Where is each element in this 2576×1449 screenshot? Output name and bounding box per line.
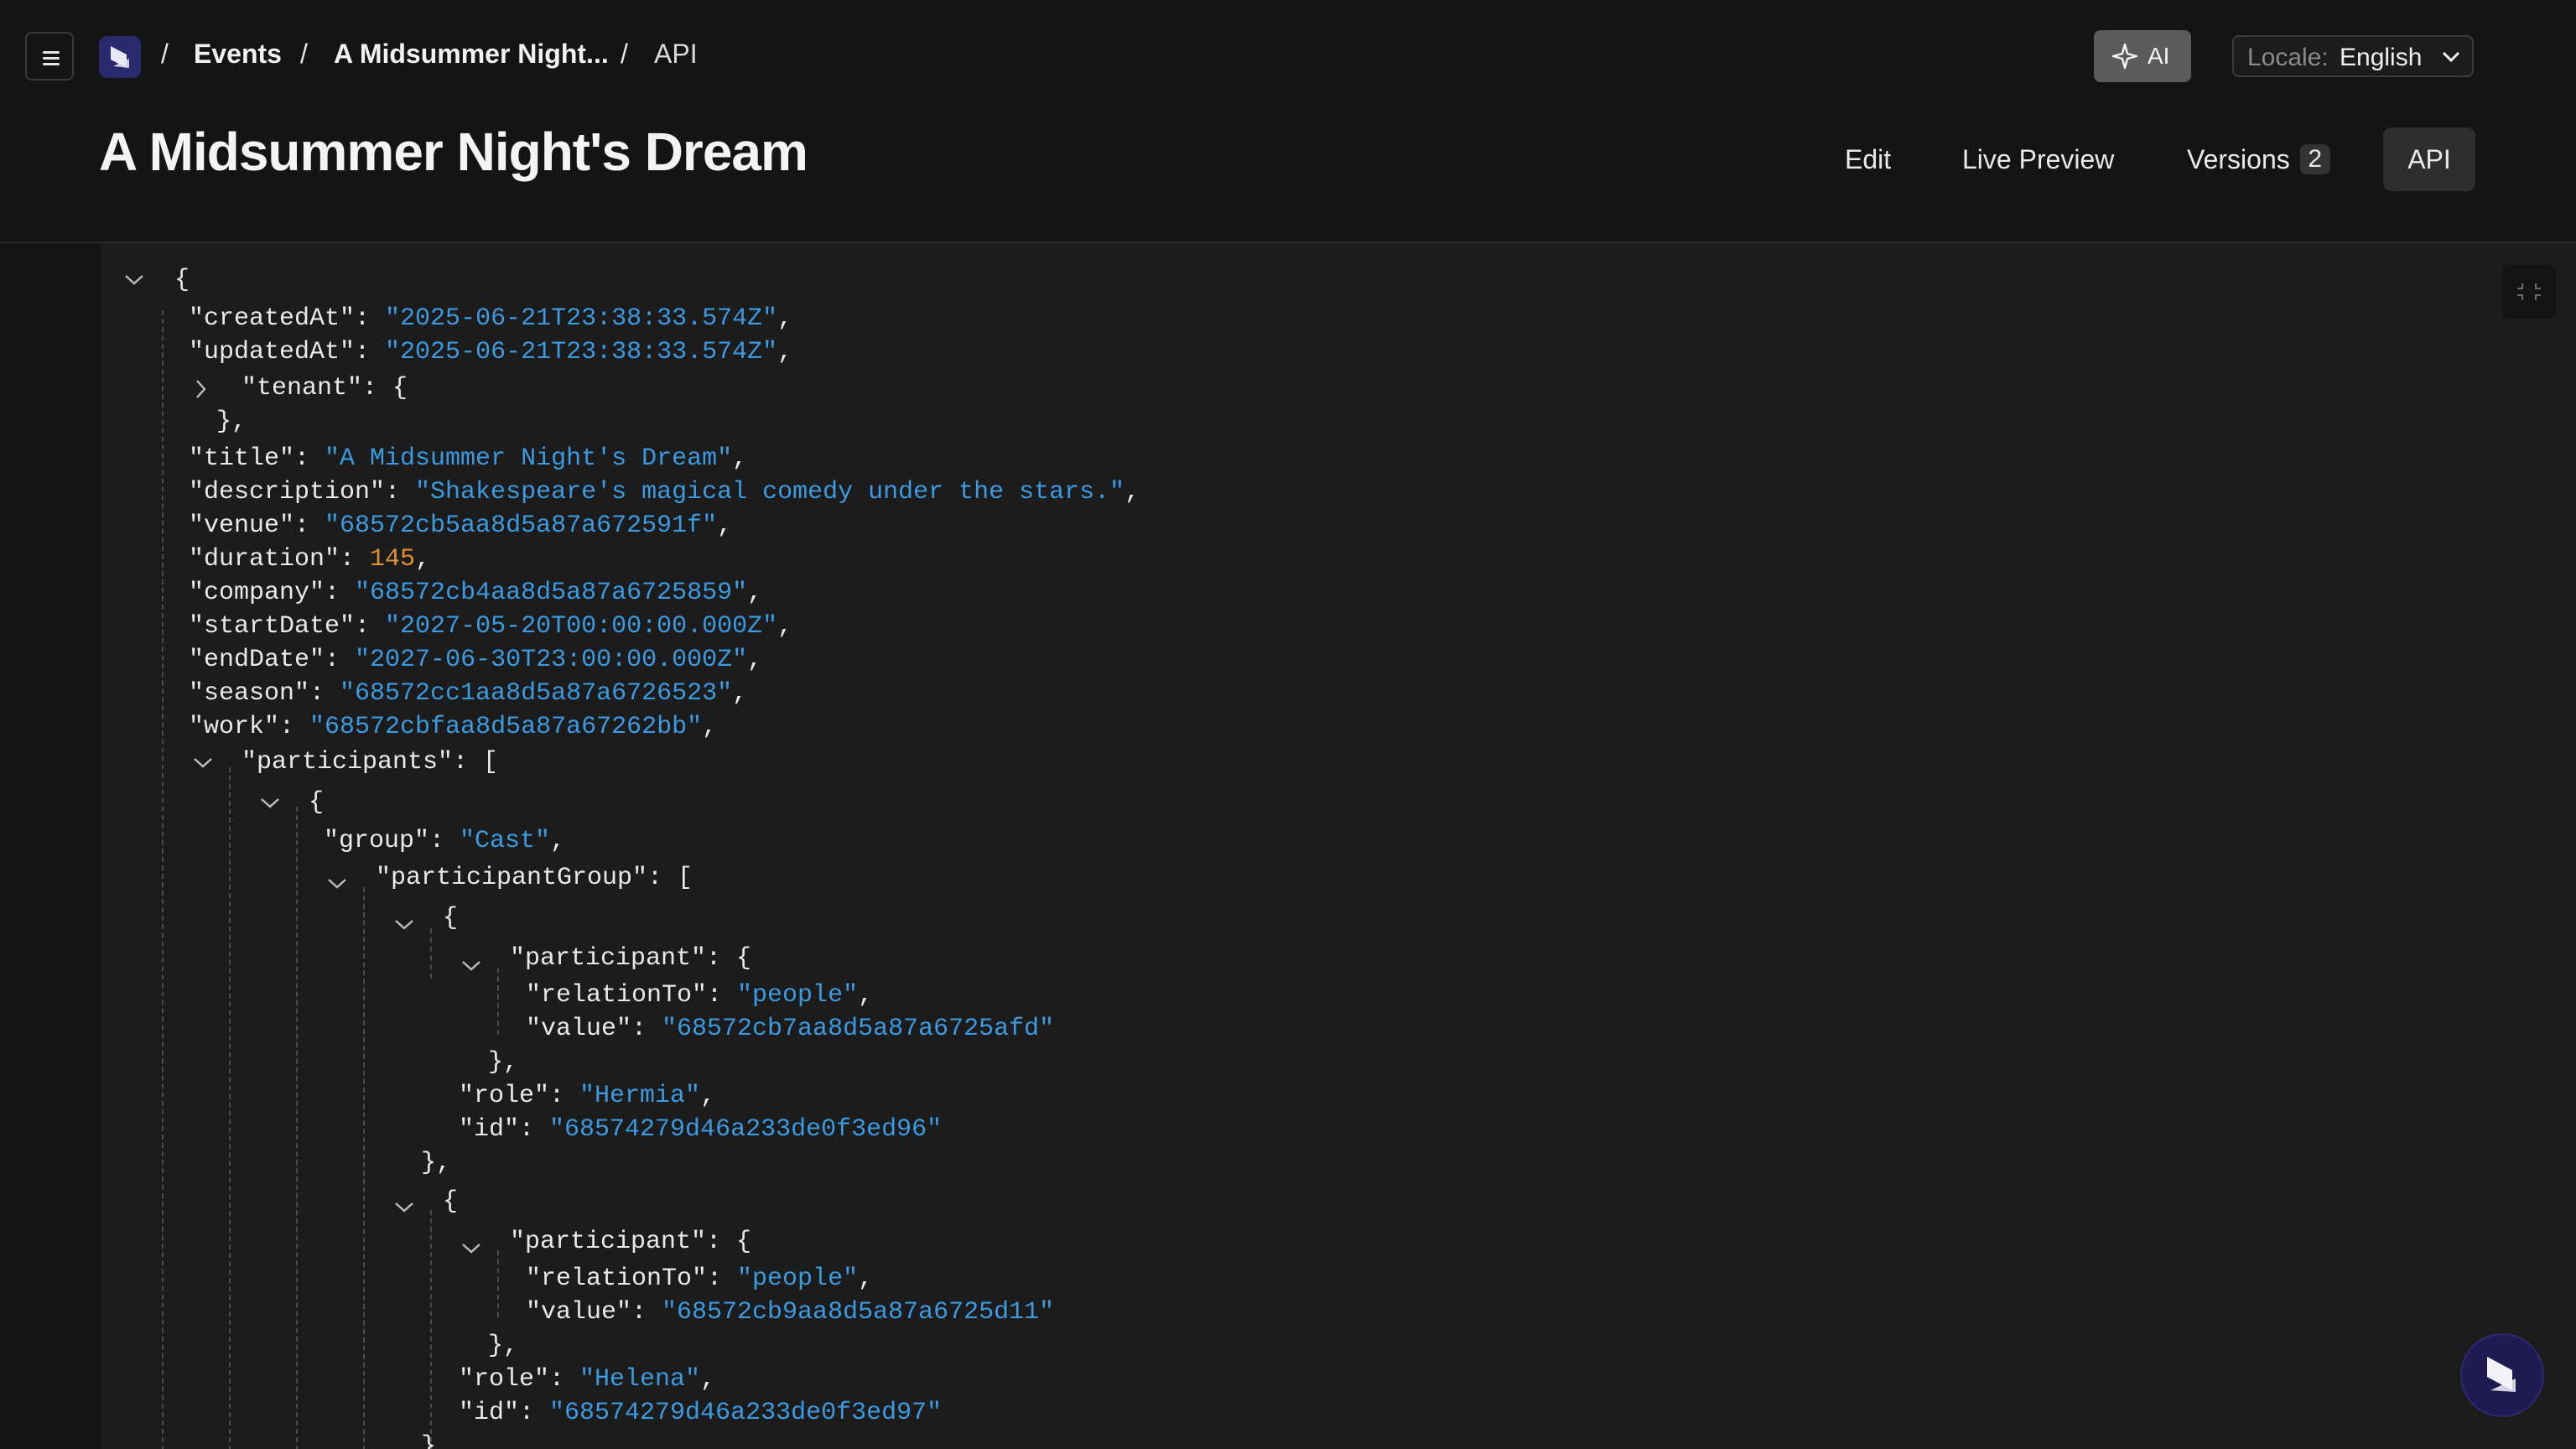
chevron-down-icon[interactable] — [193, 756, 213, 770]
indent-guide — [497, 1250, 499, 1317]
json-line: "duration": 145, — [189, 545, 431, 574]
chevron-down-icon[interactable] — [394, 1201, 414, 1214]
menu-icon-bar — [43, 57, 60, 60]
json-line: "title": "A Midsummer Night's Dream", — [189, 444, 748, 473]
json-line: "id": "68574279d46a233de0f3ed97" — [459, 1399, 943, 1427]
sparkle-icon — [2111, 43, 2138, 70]
chevron-down-icon[interactable] — [394, 918, 414, 932]
json-line: "endDate": "2027-06-30T23:00:00.000Z", — [189, 646, 763, 674]
json-line: "startDate": "2027-05-20T00:00:00.000Z", — [189, 612, 793, 641]
tab-versions-label: Versions — [2187, 144, 2290, 174]
json-line: }, — [421, 1149, 452, 1177]
chevron-down-icon[interactable] — [461, 1242, 481, 1255]
top-bar: / Events / A Midsummer Night... / API AI… — [0, 0, 2576, 111]
json-line: "participant": { — [510, 944, 752, 973]
json-line: { — [309, 788, 325, 817]
app-logo-icon[interactable] — [99, 36, 141, 78]
json-line: "season": "68572cc1aa8d5a87a6726523", — [189, 679, 748, 708]
indent-guide — [363, 887, 365, 1449]
collapse-icon[interactable] — [2502, 265, 2556, 319]
menu-icon-bar — [43, 63, 60, 65]
json-line: "value": "68572cb7aa8d5a87a6725afd" — [526, 1015, 1055, 1043]
json-line: "company": "68572cb4aa8d5a87a6725859", — [189, 579, 763, 607]
json-line: "role": "Hermia", — [459, 1082, 716, 1110]
app-logo-icon — [2487, 1357, 2516, 1392]
locale-label: Locale: — [2247, 44, 2329, 71]
json-line: "value": "68572cb9aa8d5a87a6725d11" — [526, 1298, 1055, 1327]
json-line: "participant": { — [510, 1228, 752, 1256]
tab-edit[interactable]: Edit — [1845, 127, 1891, 191]
indent-guide — [430, 1210, 432, 1449]
json-line: "updatedAt": "2025-06-21T23:38:33.574Z", — [189, 338, 793, 366]
page-title: A Midsummer Night's Dream — [99, 122, 808, 182]
json-line: }, — [421, 1432, 452, 1449]
json-viewer: { "createdAt": "2025-06-21T23:38:33.574Z… — [101, 243, 2576, 1449]
tab-live-preview[interactable]: Live Preview — [1962, 127, 2114, 191]
json-line: }, — [216, 408, 247, 436]
breadcrumb-separator: / — [621, 39, 628, 69]
json-line: "relationTo": "people", — [526, 981, 874, 1010]
json-line: { — [174, 266, 190, 294]
breadcrumb-current: API — [654, 39, 698, 69]
tab-versions[interactable]: Versions 2 — [2187, 127, 2330, 191]
indent-guide — [162, 310, 164, 1449]
tab-api[interactable]: API — [2383, 127, 2475, 191]
json-line: "description": "Shakespeare's magical co… — [189, 478, 1140, 506]
json-line: "createdAt": "2025-06-21T23:38:33.574Z", — [189, 304, 793, 333]
chevron-down-icon[interactable] — [124, 273, 144, 287]
chevron-right-icon[interactable] — [195, 379, 208, 399]
json-line: "tenant": { — [242, 374, 408, 402]
json-line: "venue": "68572cb5aa8d5a87a672591f", — [189, 512, 733, 540]
json-line: "group": "Cast", — [324, 827, 566, 855]
indent-guide — [296, 807, 298, 1449]
json-line: "role": "Helena", — [459, 1365, 716, 1394]
versions-count-badge: 2 — [2299, 143, 2330, 174]
help-launcher-button[interactable] — [2462, 1335, 2542, 1415]
menu-icon — [43, 51, 60, 54]
json-line: { — [443, 1187, 459, 1216]
chevron-down-icon — [2442, 51, 2460, 63]
chevron-down-icon[interactable] — [327, 877, 347, 891]
hamburger-menu-button[interactable] — [25, 32, 74, 80]
left-gutter — [0, 243, 101, 1449]
indent-guide — [229, 767, 231, 1449]
json-line: "participants": [ — [242, 748, 499, 776]
indent-guide — [430, 928, 432, 979]
document-header: A Midsummer Night's Dream Edit Live Prev… — [0, 111, 2576, 242]
chevron-down-icon[interactable] — [260, 797, 280, 810]
chevron-down-icon[interactable] — [461, 959, 481, 973]
breadcrumb-events[interactable]: Events — [194, 39, 282, 70]
locale-value: English — [2340, 44, 2423, 71]
breadcrumb-event[interactable]: A Midsummer Night... — [334, 39, 609, 70]
json-line: "work": "68572cbfaa8d5a87a67262bb", — [189, 713, 718, 741]
json-line: "participantGroup": [ — [376, 864, 693, 892]
json-line: "relationTo": "people", — [526, 1265, 874, 1293]
json-line: { — [443, 904, 459, 932]
ai-button-label: AI — [2148, 43, 2170, 69]
locale-select[interactable]: Locale: English — [2232, 35, 2474, 77]
breadcrumb-separator: / — [300, 39, 308, 69]
breadcrumb-separator: / — [161, 39, 169, 69]
ai-button[interactable]: AI — [2094, 30, 2191, 82]
json-line: }, — [488, 1332, 519, 1360]
json-line: "id": "68574279d46a233de0f3ed96" — [459, 1115, 943, 1144]
indent-guide — [497, 968, 499, 1035]
json-line: }, — [488, 1048, 519, 1077]
